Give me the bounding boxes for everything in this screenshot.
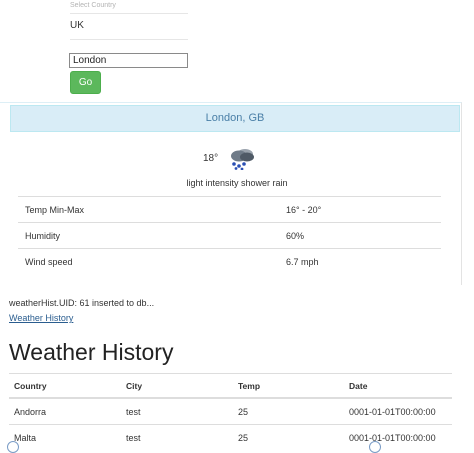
insert-status-message: weatherHist.UID: 61 inserted to db...: [9, 298, 155, 308]
table-row: Temp Min-Max 16° - 20°: [18, 196, 441, 223]
weather-description: light intensity shower rain: [186, 178, 288, 188]
table-row: Wind speed 6.7 mph: [18, 248, 441, 274]
cell-date: 0001-01-01T00:00:00: [344, 424, 452, 450]
go-button[interactable]: Go: [70, 71, 101, 94]
column-header-city: City: [121, 373, 233, 399]
weather-stats-table: Temp Min-Max 16° - 20° Humidity 60% Wind…: [18, 196, 441, 274]
column-header-country: Country: [9, 373, 121, 399]
cell-city: test: [121, 397, 233, 425]
cell-date: 0001-01-01T00:00:00: [344, 397, 452, 425]
shower-rain-icon: [231, 149, 254, 170]
country-select-label: Select Country: [70, 2, 116, 9]
stat-value: 6.7 mph: [279, 248, 441, 274]
weather-location-heading: London, GB: [10, 105, 460, 132]
table-row: Andorra test 25 0001-01-01T00:00:00: [9, 397, 452, 425]
country-select-bottom-rule: [70, 39, 188, 40]
stat-label: Temp Min-Max: [18, 196, 279, 223]
cell-temp: 25: [233, 424, 344, 450]
cell-city: test: [121, 424, 233, 450]
cell-country: Andorra: [9, 397, 121, 425]
history-header-row: Country City Temp Date: [9, 373, 452, 399]
stat-value: 16° - 20°: [279, 196, 441, 223]
column-header-date: Date: [344, 373, 452, 399]
history-table: Country City Temp Date Andorra test 25 0…: [9, 373, 452, 450]
table-row: Malta test 25 0001-01-01T00:00:00: [9, 424, 452, 450]
cell-temp: 25: [233, 397, 344, 425]
country-select[interactable]: UK: [70, 20, 84, 31]
history-title: Weather History: [9, 339, 174, 365]
stat-label: Wind speed: [18, 248, 279, 274]
current-temperature: 18°: [203, 153, 219, 164]
city-input[interactable]: [69, 53, 188, 68]
stat-label: Humidity: [18, 222, 279, 249]
table-row: Humidity 60%: [18, 222, 441, 249]
row-marker-icon: [369, 441, 381, 453]
country-select-top-rule: [70, 13, 188, 14]
cell-country: Malta: [9, 424, 121, 450]
row-marker-icon: [7, 441, 19, 453]
stat-value: 60%: [279, 222, 441, 249]
column-header-temp: Temp: [233, 373, 344, 399]
weather-history-link[interactable]: Weather History: [9, 313, 73, 323]
